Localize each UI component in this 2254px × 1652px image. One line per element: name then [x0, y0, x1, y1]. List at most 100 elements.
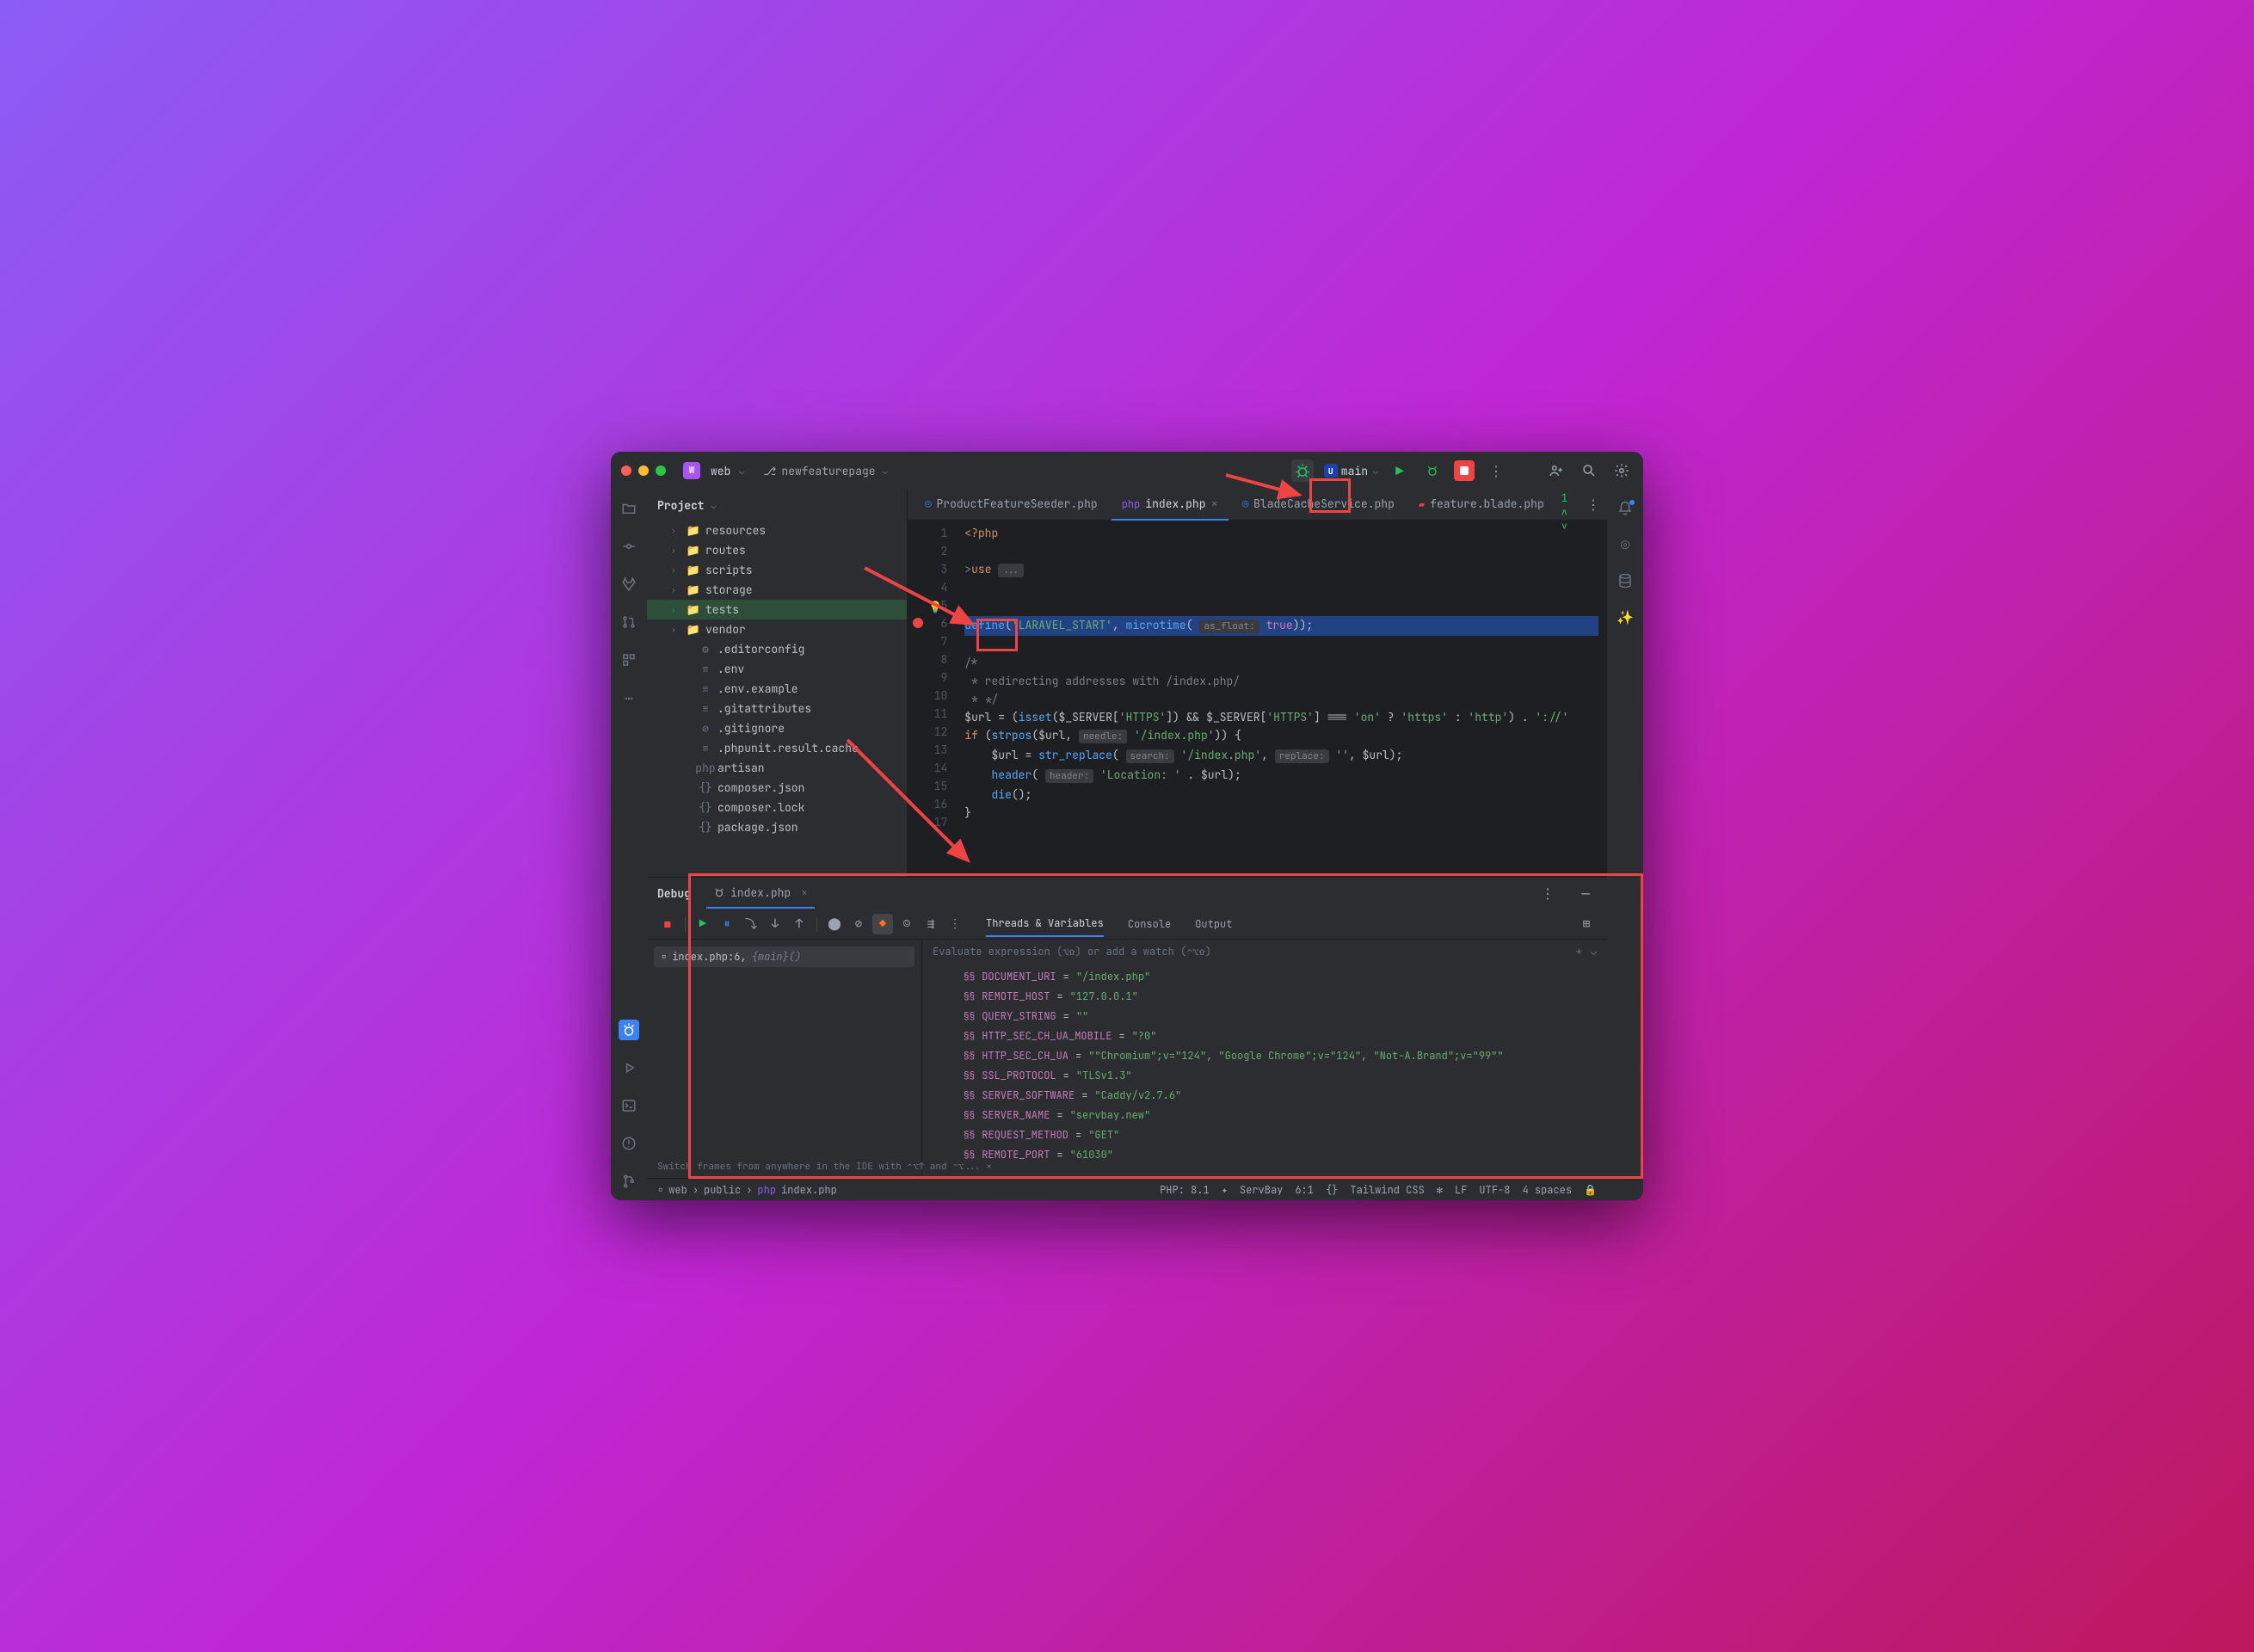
- close-tab-icon[interactable]: ×: [1211, 496, 1218, 512]
- tree-item-.gitignore[interactable]: ⊘.gitignore: [647, 718, 907, 738]
- debug-session-tab[interactable]: index.php ×: [706, 878, 815, 909]
- tree-item-.editorconfig[interactable]: ⚙.editorconfig: [647, 639, 907, 659]
- encoding[interactable]: UTF-8: [1479, 1183, 1510, 1197]
- threads-tab[interactable]: Threads & Variables: [986, 911, 1104, 937]
- code-content[interactable]: <?php >use ... define('LARAVEL_START', m…: [956, 521, 1607, 877]
- project-tree[interactable]: ›📁resources›📁routes›📁scripts›📁storage›📁t…: [647, 521, 907, 877]
- tab-ProductFeatureSeeder.php[interactable]: ◎ProductFeatureSeeder.php: [915, 490, 1107, 521]
- code-with-me-icon[interactable]: [1545, 459, 1567, 482]
- vcs-log-icon[interactable]: [619, 1171, 639, 1192]
- tree-item-tests[interactable]: ›📁tests: [647, 600, 907, 620]
- output-tab[interactable]: Output: [1195, 912, 1232, 936]
- debug-button[interactable]: [1421, 459, 1444, 482]
- tree-item-.gitattributes[interactable]: ≡.gitattributes: [647, 699, 907, 718]
- settings-icon[interactable]: [1610, 459, 1633, 482]
- commit-tool-icon[interactable]: [619, 536, 639, 557]
- debug-options-icon[interactable]: ⋮: [1537, 882, 1559, 904]
- tailwind-label[interactable]: Tailwind CSS: [1350, 1183, 1424, 1197]
- step-out-icon[interactable]: ↑: [789, 914, 810, 934]
- debug-tool-icon[interactable]: [619, 1020, 639, 1040]
- step-into-icon[interactable]: ↓: [765, 914, 785, 934]
- variable-row[interactable]: §§DOCUMENT_URI = "/index.php": [922, 967, 1607, 987]
- project-chevron-icon[interactable]: ⌄: [739, 465, 744, 477]
- variable-row[interactable]: §§HTTP_SEC_CH_UA = ""Chromium";v="124", …: [922, 1046, 1607, 1066]
- close-window[interactable]: [621, 465, 631, 476]
- close-tip-icon[interactable]: ×: [986, 1161, 992, 1173]
- evaluate-icon[interactable]: ☺: [896, 914, 917, 934]
- breadcrumb[interactable]: ▫web ›public ›phpindex.php: [657, 1183, 837, 1197]
- tree-item-.env.example[interactable]: ≡.env.example: [647, 679, 907, 699]
- add-watch-icon[interactable]: +: [1576, 945, 1582, 959]
- variables-list[interactable]: §§DOCUMENT_URI = "/index.php"§§REMOTE_HO…: [922, 964, 1607, 1178]
- step-over-icon[interactable]: ⤵: [741, 914, 761, 934]
- mute-breakpoints-icon[interactable]: ⊘: [848, 914, 869, 934]
- php-version[interactable]: PHP: 8.1: [1160, 1183, 1210, 1197]
- tree-item-routes[interactable]: ›📁routes: [647, 540, 907, 560]
- line-ending[interactable]: LF: [1455, 1183, 1467, 1197]
- code-editor[interactable]: 💡 1234567891011121314151617 <?php >use .…: [908, 521, 1607, 877]
- more-tools-icon[interactable]: ⋯: [619, 687, 639, 708]
- prettier-icon[interactable]: ✻: [1437, 1183, 1443, 1197]
- debug-more-icon[interactable]: ⋮: [945, 914, 965, 934]
- more-icon[interactable]: ⋮: [1485, 459, 1507, 482]
- vcs-branch[interactable]: ⎇ newfeaturepage ⌄: [763, 464, 887, 478]
- variable-row[interactable]: §§SERVER_NAME = "servbay.new": [922, 1106, 1607, 1125]
- resume-icon[interactable]: ▶: [693, 914, 713, 934]
- minimize-window[interactable]: [638, 465, 649, 476]
- close-icon[interactable]: ×: [801, 885, 808, 900]
- ai-assistant-icon[interactable]: ◎: [1615, 534, 1635, 555]
- tree-item-composer.json[interactable]: {}composer.json: [647, 778, 907, 798]
- view-breakpoints-icon[interactable]: ⬤: [824, 914, 845, 934]
- tree-item-composer.lock[interactable]: {}composer.lock: [647, 798, 907, 817]
- toggle-icon[interactable]: ◆: [872, 914, 893, 934]
- minimize-panel-icon[interactable]: —: [1574, 882, 1597, 904]
- frames-panel[interactable]: ▫ index.php:6, {main}(): [647, 940, 922, 1178]
- variable-row[interactable]: §§REQUEST_METHOD = "GET": [922, 1125, 1607, 1145]
- project-badge[interactable]: W: [683, 462, 700, 479]
- tree-item-.phpunit.result.cache[interactable]: ≡.phpunit.result.cache: [647, 738, 907, 758]
- indent[interactable]: 4 spaces: [1522, 1183, 1572, 1197]
- cursor-position[interactable]: 6:1: [1295, 1183, 1314, 1197]
- tree-item-package.json[interactable]: {}package.json: [647, 817, 907, 837]
- tree-item-vendor[interactable]: ›📁vendor: [647, 620, 907, 639]
- ai-chat-icon[interactable]: ✨: [1615, 607, 1635, 627]
- variable-row[interactable]: §§SSL_PROTOCOL = "TLSv1.3": [922, 1066, 1607, 1086]
- tab-feature.blade.php[interactable]: ▰feature.blade.php: [1408, 490, 1555, 521]
- structure-icon[interactable]: [619, 650, 639, 670]
- tree-item-scripts[interactable]: ›📁scripts: [647, 560, 907, 580]
- filter-icon[interactable]: ⇶: [921, 914, 941, 934]
- project-tool-icon[interactable]: [619, 498, 639, 519]
- run-button[interactable]: ▶: [1389, 459, 1411, 482]
- layout-icon[interactable]: ⊞: [1576, 914, 1597, 934]
- variable-row[interactable]: §§REMOTE_PORT = "61030": [922, 1145, 1607, 1165]
- problems-icon[interactable]: [619, 1133, 639, 1154]
- tree-item-resources[interactable]: ›📁resources: [647, 521, 907, 540]
- terminal-icon[interactable]: [619, 1095, 639, 1116]
- variable-row[interactable]: §§REMOTE_HOST = "127.0.0.1": [922, 987, 1607, 1007]
- variable-row[interactable]: §§HTTP_SEC_CH_UA_MOBILE = "?0": [922, 1026, 1607, 1046]
- services-icon[interactable]: [619, 1057, 639, 1078]
- evaluate-bar[interactable]: Evaluate expression (⌥⇧) or add a watch …: [922, 940, 1607, 964]
- variable-row[interactable]: §§SERVER_SOFTWARE = "Caddy/v2.7.6": [922, 1086, 1607, 1106]
- tab-BladeCacheService.php[interactable]: ◎BladeCacheService.php: [1232, 490, 1405, 521]
- stop-debug-icon[interactable]: ◼: [657, 914, 678, 934]
- tree-item-storage[interactable]: ›📁storage: [647, 580, 907, 600]
- project-name[interactable]: web: [711, 464, 730, 478]
- console-tab[interactable]: Console: [1128, 912, 1171, 936]
- stack-frame[interactable]: ▫ index.php:6, {main}(): [654, 946, 915, 967]
- gutter[interactable]: 💡 1234567891011121314151617: [908, 521, 956, 877]
- database-icon[interactable]: [1615, 570, 1635, 591]
- debug-listen-button[interactable]: [1291, 459, 1314, 482]
- stop-button[interactable]: [1454, 460, 1475, 481]
- search-icon[interactable]: [1578, 459, 1600, 482]
- tabs-more-icon[interactable]: ⋮: [1586, 494, 1600, 516]
- gitlab-icon[interactable]: [619, 574, 639, 595]
- variable-row[interactable]: §§QUERY_STRING = "": [922, 1007, 1607, 1026]
- servbay-label[interactable]: ServBay: [1240, 1183, 1283, 1197]
- lock-icon[interactable]: 🔒: [1584, 1183, 1597, 1197]
- tree-item-artisan[interactable]: phpartisan: [647, 758, 907, 778]
- maximize-window[interactable]: [656, 465, 666, 476]
- tab-index.php[interactable]: phpindex.php×: [1112, 490, 1229, 521]
- pull-requests-icon[interactable]: [619, 612, 639, 632]
- project-panel-header[interactable]: Project ⌄: [647, 490, 907, 521]
